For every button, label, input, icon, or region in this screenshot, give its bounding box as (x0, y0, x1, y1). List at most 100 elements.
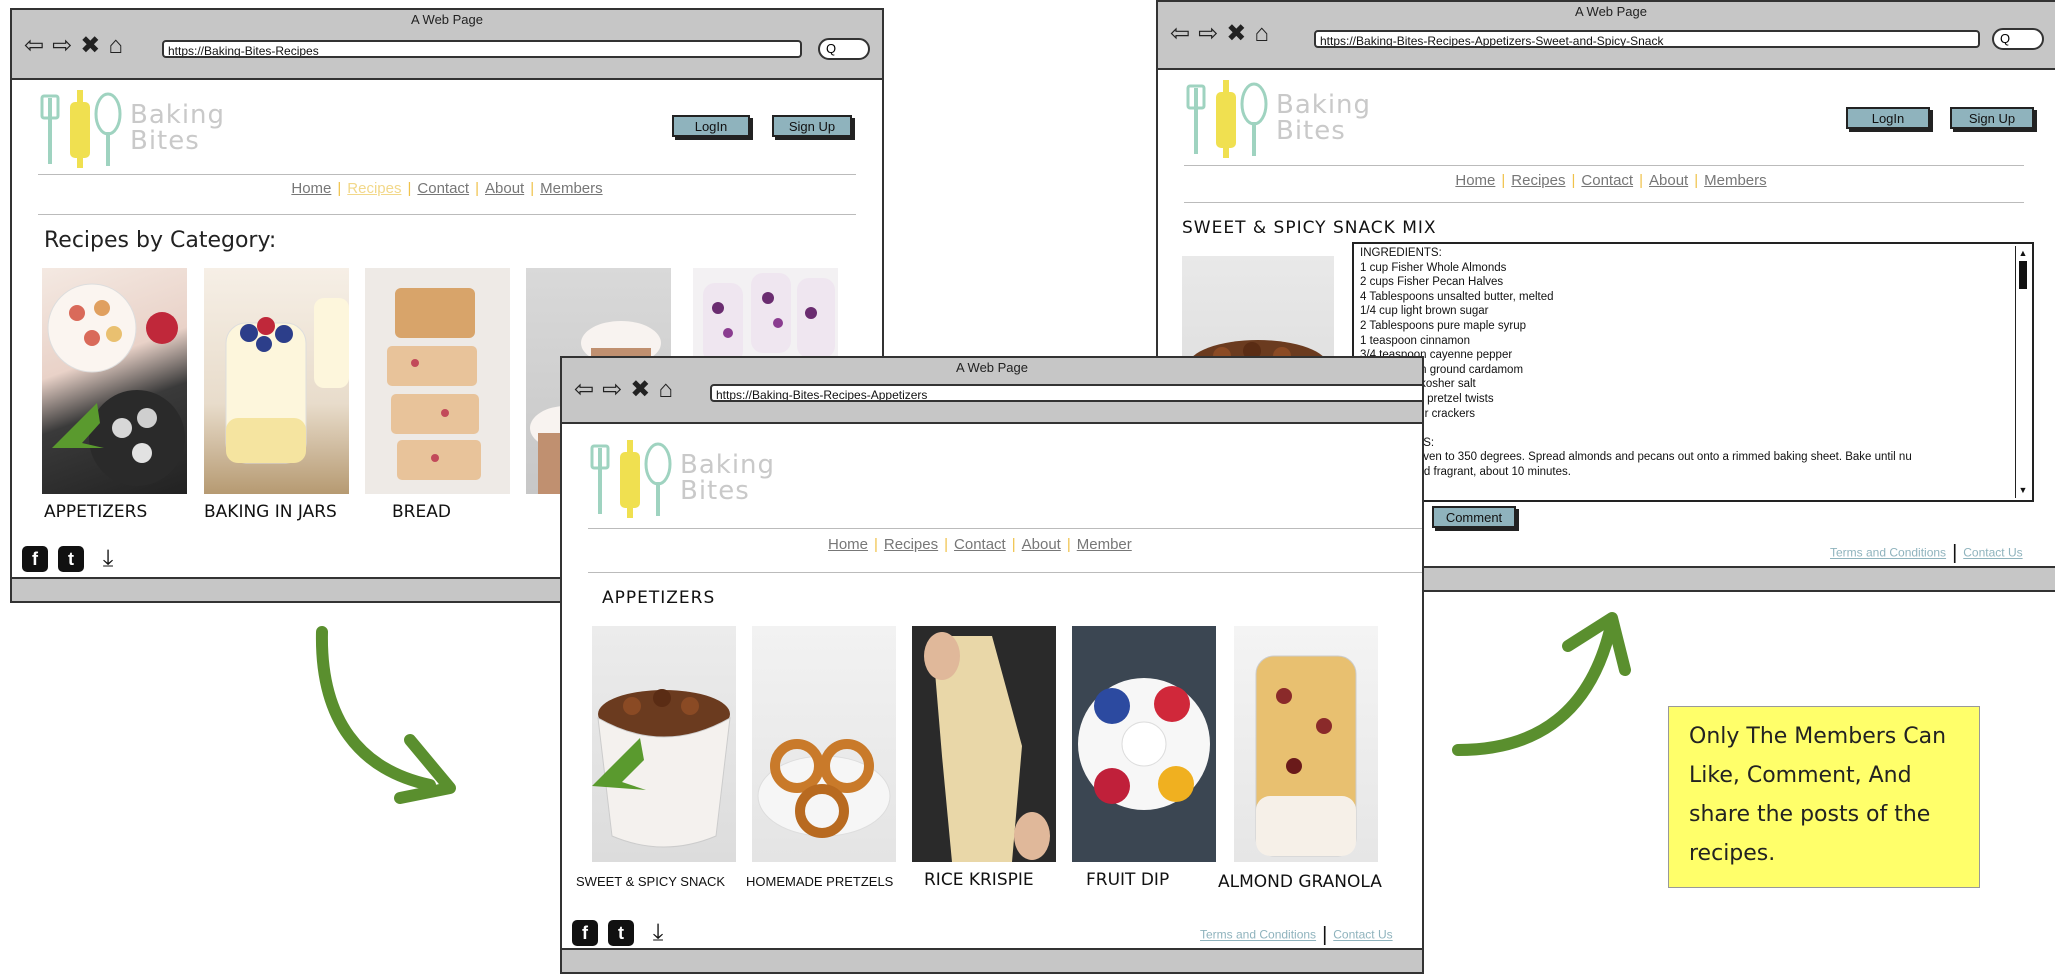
search-button[interactable]: Q (818, 38, 870, 60)
nav-members[interactable]: Members (534, 180, 609, 197)
recipe-title: SWEET & SPICY SNACK MIX (1182, 218, 1437, 238)
window-appetizers: A Web Page ⇦ ⇨ ✖ ⌂ https://Baking-Bites-… (560, 356, 1424, 974)
nav-home[interactable]: Home (1449, 172, 1501, 189)
nav-members[interactable]: Members (1698, 172, 1773, 189)
scroll-down-icon[interactable]: ▼ (2016, 483, 2030, 498)
recipe-line: 2 cups oyster crackers (1360, 407, 1476, 420)
logo-text-line1: Baking (130, 100, 226, 130)
appetizer-image-granola[interactable] (1234, 626, 1378, 862)
forward-icon[interactable]: ⇨ (1198, 22, 1218, 46)
flow-arrow-up-icon (1452, 612, 1631, 756)
category-image-bread[interactable] (365, 268, 510, 494)
nav-about[interactable]: About (479, 180, 530, 197)
appetizer-label-snack[interactable]: SWEET & SPICY SNACK (576, 874, 725, 889)
terms-link[interactable]: Terms and Conditions (1830, 546, 1946, 560)
category-image-baking-in-jars[interactable] (204, 268, 349, 494)
recipe-line: 1 teaspoon cinnamon (1360, 334, 1470, 347)
contact-link[interactable]: Contact Us (1963, 546, 2022, 560)
twitter-icon[interactable]: t (58, 546, 84, 572)
divider (1184, 165, 2024, 166)
terms-link[interactable]: Terms and Conditions (1200, 928, 1316, 942)
search-button[interactable]: Q (1992, 28, 2044, 50)
close-icon[interactable]: ✖ (630, 378, 650, 402)
contact-link[interactable]: Contact Us (1333, 928, 1392, 942)
nav-home[interactable]: Home (285, 180, 337, 197)
appetizer-image-rice-krispie[interactable] (912, 626, 1056, 862)
appetizer-image-pretzels[interactable] (752, 626, 896, 862)
status-bar (562, 948, 1422, 972)
appetizer-image-fruit-dip[interactable] (1072, 626, 1216, 862)
nav-contact[interactable]: Contact (411, 180, 475, 197)
nav-about[interactable]: About (1643, 172, 1694, 189)
signup-button[interactable]: Sign Up (1950, 107, 2034, 129)
twitter-icon[interactable]: t (608, 920, 634, 946)
download-icon[interactable]: ⤓ (644, 920, 672, 946)
download-icon[interactable]: ⤓ (94, 546, 122, 572)
appetizer-label-granola[interactable]: ALMOND GRANOLA (1218, 872, 1382, 892)
category-image-appetizers[interactable] (42, 268, 187, 494)
url-bar[interactable]: https://Baking-Bites-Recipes (162, 40, 802, 58)
nav-about[interactable]: About (1016, 536, 1067, 553)
home-icon[interactable]: ⌂ (108, 34, 123, 58)
logo-text-line2: Bites (1276, 116, 1346, 146)
nav-contact[interactable]: Contact (1575, 172, 1639, 189)
page-heading: APPETIZERS (602, 588, 716, 608)
note-line: Only The Members Can (1689, 724, 1947, 749)
search-icon: Q (2000, 31, 2011, 46)
appetizer-label-fruit-dip[interactable]: FRUIT DIP (1086, 870, 1169, 890)
comment-button[interactable]: Comment (1432, 506, 1516, 528)
appetizer-image-snack[interactable] (592, 626, 736, 862)
logo-text-line1: Baking (1276, 90, 1372, 120)
page-heading: Recipes by Category: (44, 228, 277, 253)
nav-contact[interactable]: Contact (948, 536, 1012, 553)
login-button[interactable]: LogIn (1846, 107, 1930, 129)
main-nav: Home | Recipes | Contact | About | Member (822, 536, 1138, 553)
home-icon[interactable]: ⌂ (1254, 22, 1269, 46)
login-button[interactable]: LogIn (672, 115, 750, 137)
recipe-line: 2 cups Fisher Pecan Halves (1360, 276, 1504, 289)
logo[interactable]: Baking Bites (1186, 78, 1371, 158)
appetizer-label-rice-krispie[interactable]: RICE KRISPIE (924, 870, 1034, 890)
recipe-line: are warm and fragrant, about 10 minutes. (1360, 465, 1571, 478)
nav-members[interactable]: Member (1071, 536, 1138, 553)
close-icon[interactable]: ✖ (1226, 22, 1246, 46)
category-label-baking-in-jars[interactable]: BAKING IN JARS (204, 502, 337, 522)
nav-home[interactable]: Home (822, 536, 874, 553)
logo[interactable]: Baking Bites (40, 88, 225, 168)
divider (38, 214, 856, 215)
recipe-line: 1 cup Fisher Whole Almonds (1360, 261, 1507, 274)
appetizer-label-pretzels[interactable]: HOMEMADE PRETZELS (746, 874, 893, 889)
url-bar[interactable]: https://Baking-Bites-Recipes-Appetizers-… (1314, 30, 1980, 48)
recipe-textarea[interactable]: INGREDIENTS: 1 cup Fisher Whole Almonds 2 … (1352, 242, 2034, 502)
recipe-line: 1/4 cup light brown sugar (1360, 305, 1489, 318)
back-icon[interactable]: ⇦ (24, 34, 44, 58)
forward-icon[interactable]: ⇨ (602, 378, 622, 402)
signup-button[interactable]: Sign Up (772, 115, 852, 137)
note-line: recipes. (1689, 841, 1776, 866)
scroll-up-icon[interactable]: ▲ (2016, 246, 2030, 261)
facebook-icon[interactable]: f (22, 546, 48, 572)
logo-text-line2: Bites (130, 126, 200, 156)
search-icon: Q (826, 41, 837, 56)
scroll-thumb[interactable] (2019, 260, 2027, 289)
footer-links: Terms and Conditions | Contact Us (1200, 924, 1393, 946)
back-icon[interactable]: ⇦ (574, 378, 594, 402)
forward-icon[interactable]: ⇨ (52, 34, 72, 58)
category-label-appetizers[interactable]: APPETIZERS (44, 502, 147, 522)
social-icons: f t ⤓ (22, 546, 122, 572)
nav-recipes[interactable]: Recipes (341, 180, 407, 197)
logo[interactable]: Baking Bites (590, 438, 775, 518)
url-bar[interactable]: https://Baking-Bites-Recipes-Appetizers (710, 384, 1422, 402)
recipe-line: 2 teaspoon kosher salt (1360, 378, 1476, 391)
recipe-line: 2 cups small pretzel twists (1360, 392, 1494, 405)
close-icon[interactable]: ✖ (80, 34, 100, 58)
scrollbar[interactable]: ▲ ▼ (2015, 246, 2030, 498)
category-label-bread[interactable]: BREAD (392, 502, 451, 522)
nav-recipes[interactable]: Recipes (878, 536, 944, 553)
recipe-text: INGREDIENTS: 1 cup Fisher Whole Almonds 2 … (1360, 246, 2012, 480)
recipe-line: 2 Tablespoons pure maple syrup (1360, 319, 1527, 332)
facebook-icon[interactable]: f (572, 920, 598, 946)
home-icon[interactable]: ⌂ (658, 378, 673, 402)
back-icon[interactable]: ⇦ (1170, 22, 1190, 46)
nav-recipes[interactable]: Recipes (1505, 172, 1571, 189)
